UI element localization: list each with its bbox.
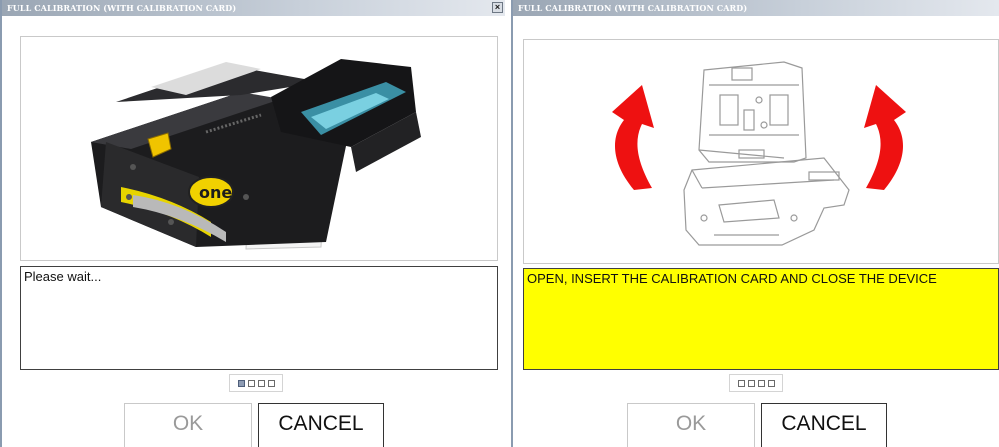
cancel-button[interactable]: CANCEL [258, 403, 384, 447]
ok-button[interactable]: OK [627, 403, 755, 447]
progress-step [267, 379, 275, 387]
window-title: FULL CALIBRATION (WITH CALIBRATION CARD) [7, 3, 237, 13]
logo-text: one [199, 183, 232, 202]
progress-step [237, 379, 245, 387]
cancel-button[interactable]: CANCEL [761, 403, 887, 447]
progress-step [737, 379, 745, 387]
lift-arrow-left-icon [612, 85, 654, 190]
progress-step [247, 379, 255, 387]
instruction-illustration-panel [523, 39, 999, 264]
card-reader-device-image: one [91, 59, 421, 250]
ok-button[interactable]: OK [124, 403, 252, 447]
progress-step [257, 379, 265, 387]
close-icon[interactable]: × [492, 2, 503, 13]
lift-arrow-right-icon [864, 85, 906, 190]
status-message: Please wait... [24, 269, 102, 284]
calibration-window-left: FULL CALIBRATION (WITH CALIBRATION CARD)… [0, 0, 505, 447]
step-progress-indicator [729, 374, 783, 392]
window-title-bar: FULL CALIBRATION (WITH CALIBRATION CARD) [2, 0, 505, 16]
instruction-message-box: OPEN, INSERT THE CALIBRATION CARD AND CL… [523, 268, 999, 370]
device-outline-icon [683, 61, 850, 246]
progress-step [767, 379, 775, 387]
status-message-box: Please wait... [20, 266, 498, 370]
device-photo-panel: one [20, 36, 498, 261]
progress-step [757, 379, 765, 387]
instruction-message: OPEN, INSERT THE CALIBRATION CARD AND CL… [527, 271, 937, 286]
open-device-illustration [612, 61, 906, 246]
window-title: FULL CALIBRATION (WITH CALIBRATION CARD) [518, 3, 748, 13]
step-progress-indicator [229, 374, 283, 392]
window-title-bar: FULL CALIBRATION (WITH CALIBRATION CARD) [513, 0, 999, 16]
progress-step [747, 379, 755, 387]
calibration-window-right: FULL CALIBRATION (WITH CALIBRATION CARD) [511, 0, 999, 447]
